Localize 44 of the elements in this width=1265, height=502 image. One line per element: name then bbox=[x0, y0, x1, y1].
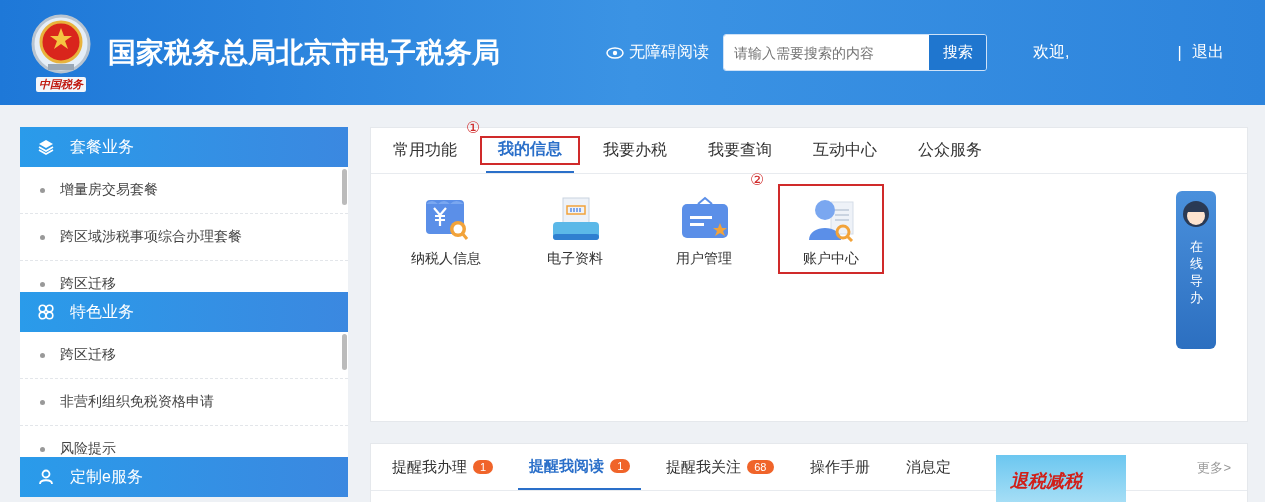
eye-icon bbox=[606, 46, 624, 59]
notice-tab[interactable]: 提醒我办理 1 bbox=[381, 444, 505, 490]
section-title: 套餐业务 bbox=[70, 136, 134, 157]
step-number: ② bbox=[750, 172, 765, 188]
emblem-icon bbox=[30, 13, 92, 76]
grid-icon bbox=[38, 304, 54, 320]
layers-icon bbox=[38, 139, 54, 155]
tab[interactable]: 我的信息 bbox=[486, 128, 574, 173]
item-label: 用户管理 bbox=[676, 250, 732, 268]
tab[interactable]: 我要查询 bbox=[696, 128, 784, 173]
function-item[interactable]: 纳税人信息 bbox=[391, 194, 501, 294]
user-icon bbox=[38, 469, 54, 485]
online-guide-button[interactable]: 在线导办 bbox=[1176, 191, 1216, 349]
item-label: 纳税人信息 bbox=[411, 250, 481, 268]
tab[interactable]: 互动中心 bbox=[801, 128, 889, 173]
tab[interactable]: 我要办税 bbox=[591, 128, 679, 173]
item-label: 账户中心 bbox=[803, 250, 859, 268]
logout-link[interactable]: 退出 bbox=[1191, 42, 1224, 63]
notice-tab[interactable]: 操作手册 bbox=[798, 444, 881, 490]
section-title: 定制e服务 bbox=[70, 466, 143, 487]
notice-tab[interactable]: 提醒我阅读 1 bbox=[518, 444, 642, 490]
section-title: 特色业务 bbox=[70, 301, 134, 322]
welcome-text: 欢迎, bbox=[1033, 42, 1070, 62]
site-title: 国家税务总局北京市电子税务局 bbox=[108, 35, 500, 70]
sidebar-item[interactable]: 跨区域涉税事项综合办理套餐 bbox=[20, 214, 348, 261]
count-badge: 1 bbox=[610, 459, 631, 473]
function-item[interactable]: 电子资料 bbox=[520, 194, 630, 294]
banner-text: 退税减税 bbox=[1010, 470, 1084, 493]
scrollbar[interactable] bbox=[342, 169, 347, 205]
scrollbar[interactable] bbox=[342, 334, 347, 370]
sidebar-item[interactable]: 非营利组织免税资格申请 bbox=[20, 379, 348, 426]
function-item[interactable]: 账户中心 bbox=[778, 184, 884, 274]
agent-icon bbox=[1181, 199, 1211, 229]
guide-label: 在线导办 bbox=[1189, 239, 1203, 307]
notice-tab[interactable]: 提醒我关注 68 bbox=[655, 444, 785, 490]
item-label: 电子资料 bbox=[547, 250, 603, 268]
notice-tab[interactable]: 消息定 bbox=[894, 444, 962, 490]
logo-caption: 中国税务 bbox=[36, 76, 86, 92]
tab[interactable]: 公众服务 bbox=[906, 128, 994, 173]
step-number: ① bbox=[466, 120, 481, 136]
separator: | bbox=[1177, 43, 1182, 62]
count-badge: 68 bbox=[747, 460, 774, 474]
count-badge: 1 bbox=[473, 460, 494, 474]
function-item[interactable]: 用户管理 bbox=[649, 194, 759, 294]
